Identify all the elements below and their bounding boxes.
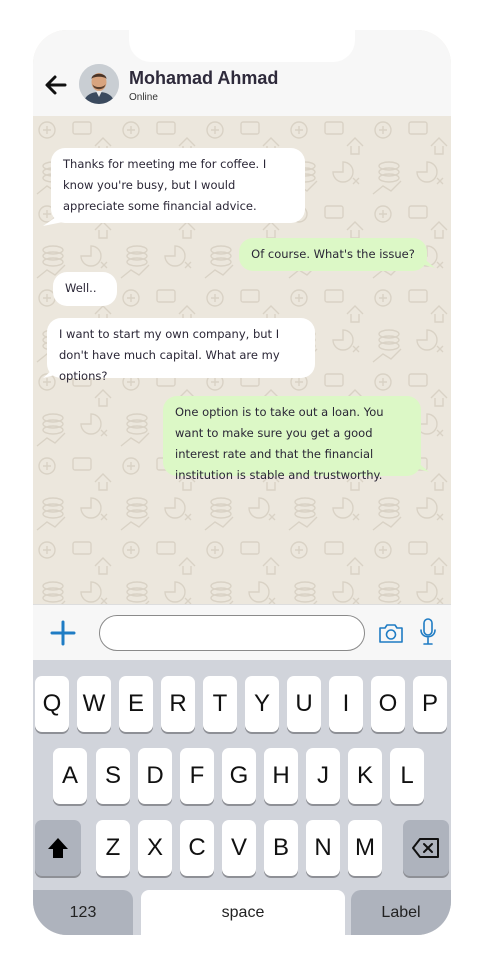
key-s[interactable]: S <box>96 748 130 804</box>
shift-key[interactable] <box>35 820 81 876</box>
plus-icon[interactable] <box>49 619 77 647</box>
camera-icon[interactable] <box>377 621 405 645</box>
contact-name: Mohamad Ahmad <box>129 68 279 88</box>
key-p[interactable]: P <box>413 676 447 732</box>
key-t[interactable]: T <box>203 676 237 732</box>
avatar-image <box>79 64 119 104</box>
numbers-key[interactable]: 123 <box>33 890 133 935</box>
message-text: I want to start my own company, but I do… <box>59 327 280 383</box>
key-n[interactable]: N <box>306 820 340 876</box>
key-o[interactable]: O <box>371 676 405 732</box>
chat-area[interactable]: Thanks for meeting me for coffee. I know… <box>33 116 451 604</box>
on-screen-keyboard: Q W E R T Y U I O P A S D F G H J K L Z … <box>33 660 451 935</box>
key-d[interactable]: D <box>138 748 172 804</box>
key-w[interactable]: W <box>77 676 111 732</box>
key-b[interactable]: B <box>264 820 298 876</box>
message-text: Thanks for meeting me for coffee. I know… <box>63 157 267 213</box>
backspace-icon <box>412 838 439 858</box>
bubble-tail <box>43 212 63 226</box>
key-l[interactable]: L <box>390 748 424 804</box>
key-y[interactable]: Y <box>245 676 279 732</box>
key-h[interactable]: H <box>264 748 298 804</box>
message-input-bar <box>33 604 451 661</box>
key-z[interactable]: Z <box>96 820 130 876</box>
bubble-tail <box>421 256 435 268</box>
message-text: One option is to take out a loan. You wa… <box>175 405 384 482</box>
avatar[interactable] <box>79 64 119 104</box>
message-outgoing-1[interactable]: Of course. What's the issue? <box>239 238 427 271</box>
bubble-tail <box>43 364 59 378</box>
key-j[interactable]: J <box>306 748 340 804</box>
message-text: Of course. What's the issue? <box>251 247 415 261</box>
contact-status: Online <box>129 92 158 103</box>
message-incoming-1[interactable]: Thanks for meeting me for coffee. I know… <box>51 148 305 223</box>
key-a[interactable]: A <box>53 748 87 804</box>
key-i[interactable]: I <box>329 676 363 732</box>
microphone-icon[interactable] <box>419 617 437 647</box>
phone-frame: Mohamad Ahmad Online Thanks for meeting … <box>33 30 451 935</box>
key-u[interactable]: U <box>287 676 321 732</box>
key-g[interactable]: G <box>222 748 256 804</box>
message-text: Well.. <box>65 281 97 295</box>
arrow-left-icon[interactable] <box>43 72 69 98</box>
key-q[interactable]: Q <box>35 676 69 732</box>
message-outgoing-2[interactable]: One option is to take out a loan. You wa… <box>163 396 421 482</box>
message-incoming-3[interactable]: I want to start my own company, but I do… <box>47 318 315 383</box>
key-k[interactable]: K <box>348 748 382 804</box>
key-c[interactable]: C <box>180 820 214 876</box>
key-m[interactable]: M <box>348 820 382 876</box>
phone-notch <box>129 30 355 62</box>
key-x[interactable]: X <box>138 820 172 876</box>
bubble-tail <box>415 460 429 472</box>
space-key[interactable]: space <box>141 890 345 935</box>
message-incoming-2[interactable]: Well.. <box>53 272 117 306</box>
message-input[interactable] <box>99 615 365 651</box>
shift-arrow-icon <box>48 838 68 858</box>
backspace-key[interactable] <box>403 820 449 876</box>
return-key[interactable]: Label <box>351 890 451 935</box>
key-e[interactable]: E <box>119 676 153 732</box>
key-v[interactable]: V <box>222 820 256 876</box>
key-r[interactable]: R <box>161 676 195 732</box>
key-f[interactable]: F <box>180 748 214 804</box>
